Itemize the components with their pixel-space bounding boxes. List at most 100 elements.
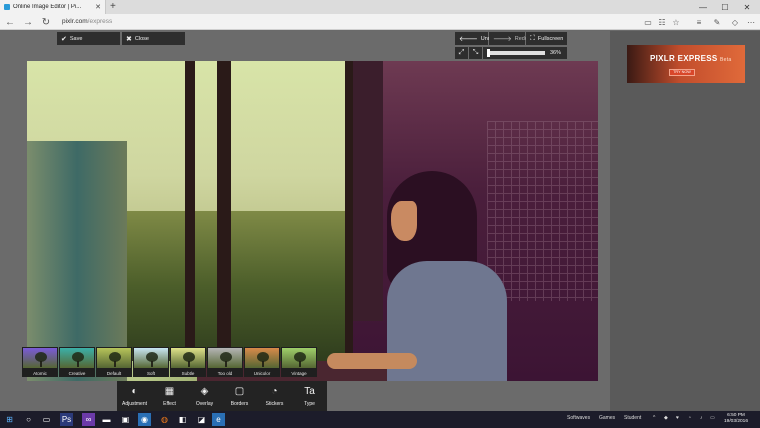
- tree-trunk: [188, 361, 190, 367]
- clock-date: 19/03/2016: [723, 419, 748, 424]
- browser-tab-bar: Online Image Editor | Pi... ✕ + — ☐ ✕: [0, 0, 760, 14]
- tool-adjustment-button[interactable]: ◐ Adjustment: [117, 381, 152, 411]
- effect-thumbnail[interactable]: Unicolor: [244, 347, 280, 377]
- volume-icon[interactable]: ♪: [700, 415, 703, 421]
- share-icon[interactable]: ◇: [728, 14, 742, 30]
- more-icon[interactable]: ⋯: [744, 14, 758, 30]
- taskbar-toolbar-games[interactable]: Games: [599, 415, 615, 421]
- close-label: Close: [134, 35, 149, 42]
- reading-view-icon[interactable]: ▭: [641, 14, 655, 30]
- undo-button[interactable]: 🡐 Undo: [455, 32, 494, 45]
- hub-icon[interactable]: ≡: [692, 14, 706, 30]
- tool-stickers-button[interactable]: ◔ Stickers: [257, 381, 292, 411]
- app-icon[interactable]: ◧: [176, 413, 189, 426]
- tree-trunk: [77, 361, 79, 367]
- photo-tiles: [487, 121, 598, 301]
- tool-borders-button[interactable]: ▢ Borders: [222, 381, 257, 411]
- effect-icon: ▦: [164, 385, 175, 397]
- back-arrow-icon[interactable]: ←: [2, 14, 18, 30]
- forward-arrow-icon[interactable]: →: [20, 14, 36, 30]
- visual-studio-app-icon[interactable]: ∞: [82, 413, 95, 426]
- tool-effect-button[interactable]: ▦ Effect: [152, 381, 187, 411]
- effect-label: Soft: [146, 371, 155, 376]
- window-close-button[interactable]: ✕: [736, 0, 758, 14]
- zoom-slider-handle[interactable]: [487, 49, 490, 57]
- browser-tab[interactable]: Online Image Editor | Pi... ✕: [0, 0, 106, 14]
- effect-thumbnail[interactable]: Soft: [133, 347, 169, 377]
- effect-thumbnail[interactable]: Vintage: [281, 347, 317, 377]
- check-icon: ✔: [61, 35, 67, 43]
- favorite-star-icon[interactable]: ☆: [669, 14, 683, 30]
- effect-label: Atomic: [33, 371, 47, 376]
- start-windows-icon[interactable]: ⊞: [3, 413, 16, 426]
- taskbar-clock[interactable]: 6:50 PM 19/03/2016: [718, 413, 754, 425]
- tool-overlay-button[interactable]: ◈ Overlay: [187, 381, 222, 411]
- close-button[interactable]: ✖ Close: [122, 32, 185, 45]
- fullscreen-label: Fullscreen: [537, 35, 564, 42]
- ad-try-now-button[interactable]: TRY NOW: [669, 69, 695, 76]
- fit-screen-button[interactable]: ⤢: [455, 47, 468, 59]
- pixlr-express-ad[interactable]: PIXLR EXPRESS Beta TRY NOW: [627, 45, 745, 83]
- tray-chevron-icon[interactable]: ^: [653, 415, 655, 421]
- firefox-app-icon[interactable]: ◍: [158, 413, 171, 426]
- tool-bar: ◐ Adjustment ▦ Effect ◈ Overlay ▢ Borders ◔ Stick…: [117, 381, 327, 411]
- redo-button[interactable]: 🡒 Redo: [489, 32, 528, 45]
- borders-icon: ▢: [234, 385, 245, 397]
- save-button[interactable]: ✔ Save: [57, 32, 120, 45]
- effect-thumbnail[interactable]: Atomic: [22, 347, 58, 377]
- close-icon: ✖: [126, 35, 132, 43]
- taskbar-toolbar-student[interactable]: Student: [624, 415, 641, 421]
- photo-trees: [117, 211, 347, 361]
- store-app-icon[interactable]: ▣: [119, 413, 132, 426]
- file-explorer-app-icon[interactable]: ▬: [100, 413, 113, 426]
- tray-app-icon[interactable]: ◆: [664, 415, 668, 421]
- ad-beta-text: Beta: [720, 57, 732, 63]
- effect-thumbnail[interactable]: Default: [96, 347, 132, 377]
- window-maximize-button[interactable]: ☐: [714, 0, 736, 14]
- effect-thumbnail[interactable]: Creative: [59, 347, 95, 377]
- effect-label: Creative: [68, 371, 86, 376]
- taskbar-toolbar-softwaves[interactable]: Softwaves: [567, 415, 590, 421]
- effect-preview: [23, 348, 57, 368]
- refresh-icon[interactable]: ↻: [38, 14, 54, 30]
- web-note-icon[interactable]: ✎: [710, 14, 724, 30]
- tree-trunk: [299, 361, 301, 367]
- app-icon[interactable]: ◪: [195, 413, 208, 426]
- url-field[interactable]: pixlr.com/express: [62, 17, 642, 27]
- fullscreen-button[interactable]: ⛶ Fullscreen: [526, 32, 567, 45]
- stickers-icon: ◔: [271, 385, 278, 397]
- edge-app-icon[interactable]: e: [212, 413, 225, 426]
- chrome-app-icon[interactable]: ◉: [138, 413, 151, 426]
- battery-icon[interactable]: ▭: [710, 415, 715, 421]
- effect-preview: [208, 348, 242, 368]
- network-icon[interactable]: ◔: [688, 415, 691, 421]
- tool-type-button[interactable]: Ta Type: [292, 381, 327, 411]
- url-path: /express: [87, 18, 113, 25]
- window-frame: [345, 61, 353, 361]
- address-bar: ← → ↻ pixlr.com/express ▭ ☷ ☆ ≡ ✎ ◇ ⋯: [0, 14, 760, 30]
- effect-thumbnail[interactable]: Too old: [207, 347, 243, 377]
- save-label: Save: [69, 35, 83, 42]
- effect-preview: [60, 348, 94, 368]
- fullscreen-icon: ⛶: [530, 34, 535, 42]
- task-view-icon[interactable]: ▭: [40, 413, 53, 426]
- window-minimize-button[interactable]: —: [692, 0, 714, 14]
- search-cortana-icon[interactable]: ○: [22, 413, 35, 426]
- photoshop-app-icon[interactable]: Ps: [60, 413, 73, 426]
- effect-label: Subtle: [181, 371, 195, 376]
- window-frame: [353, 61, 383, 321]
- photo-canvas[interactable]: [27, 61, 598, 381]
- url-host: pixlr.com: [62, 18, 88, 25]
- effect-thumbnail[interactable]: Subtle: [170, 347, 206, 377]
- effect-label: Default: [106, 371, 122, 376]
- site-favicon-icon: [4, 4, 10, 10]
- tray-app-icon[interactable]: ♥: [676, 415, 679, 421]
- zoom-slider[interactable]: [487, 49, 545, 57]
- tab-close-icon[interactable]: ✕: [95, 3, 101, 11]
- new-tab-button[interactable]: +: [110, 1, 116, 12]
- tab-title: Online Image Editor | Pi...: [13, 4, 82, 10]
- reading-list-icon[interactable]: ☷: [655, 14, 669, 30]
- actual-size-button[interactable]: ⤡: [469, 47, 482, 59]
- ad-logo-text: PIXLR EXPRESS: [650, 54, 718, 63]
- effect-preview: [245, 348, 279, 368]
